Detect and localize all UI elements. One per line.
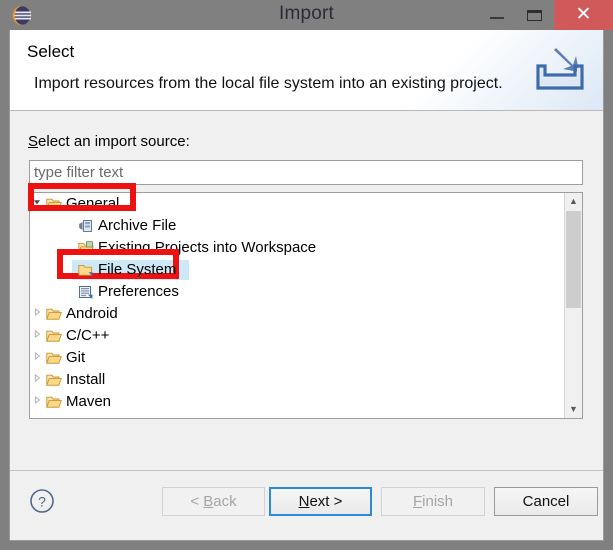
chevron-right-icon[interactable] xyxy=(30,325,44,347)
wizard-page-header: Select Import resources from the local f… xyxy=(10,30,603,111)
title-bar[interactable]: Import ✕ xyxy=(0,0,613,30)
finish-button-mnemonic: F xyxy=(412,493,423,510)
tree-item-file-system[interactable]: File System xyxy=(30,259,564,281)
back-button-prefix: < xyxy=(190,493,204,510)
scroll-down-icon[interactable]: ▼ xyxy=(565,401,582,418)
scroll-up-icon[interactable]: ▲ xyxy=(565,193,582,210)
next-button-mnemonic: N xyxy=(298,493,310,510)
tree-item-git[interactable]: Git xyxy=(30,347,564,369)
folder-open-icon xyxy=(46,197,62,212)
tree-item-label: Maven xyxy=(66,393,112,410)
import-source-label: Select an import source: xyxy=(28,133,190,150)
folder-open-icon xyxy=(46,307,62,322)
chevron-right-icon[interactable] xyxy=(30,369,44,391)
next-button-suffix: > xyxy=(329,493,343,510)
tree-item-android[interactable]: Android xyxy=(30,303,564,325)
chevron-down-icon[interactable] xyxy=(30,193,44,215)
dialog-body: Select an import source: General Archive … xyxy=(10,111,603,491)
tree-item-install[interactable]: Install xyxy=(30,369,564,391)
back-button-rest: ack xyxy=(213,493,237,510)
import-source-label-rest: elect an import source: xyxy=(38,133,190,150)
minimize-icon xyxy=(490,17,504,19)
tree-item-general[interactable]: General xyxy=(30,193,564,215)
archive-file-icon xyxy=(78,219,94,234)
folder-closed-icon xyxy=(78,263,94,278)
close-button[interactable]: ✕ xyxy=(554,0,613,30)
help-question-icon[interactable]: ? xyxy=(29,488,55,514)
filter-input[interactable] xyxy=(29,160,583,185)
tree-item-preferences[interactable]: Preferences xyxy=(30,281,564,303)
tree-item-label: Existing Projects into Workspace xyxy=(98,239,317,256)
page-description: Import resources from the local file sys… xyxy=(34,75,503,92)
svg-text:?: ? xyxy=(38,494,46,510)
chevron-right-icon[interactable] xyxy=(30,303,44,325)
folder-open-icon xyxy=(46,329,62,344)
tree-item-label: File System xyxy=(98,259,176,281)
maximize-icon xyxy=(527,10,542,21)
folder-open-icon xyxy=(46,395,62,410)
tree-item-label: C/C++ xyxy=(66,327,110,344)
tree-item-selection-highlight: File System xyxy=(98,261,177,278)
chevron-right-icon[interactable] xyxy=(30,347,44,369)
folder-open-icon xyxy=(46,351,62,366)
finish-button-rest: inish xyxy=(422,493,454,510)
tree-rows-container: General Archive File Existing Projects int… xyxy=(30,193,564,418)
close-icon: ✕ xyxy=(575,4,592,25)
folder-open-icon xyxy=(46,373,62,388)
tree-item-c-c[interactable]: C/C++ xyxy=(30,325,564,347)
finish-button[interactable]: Finish xyxy=(381,487,485,516)
tree-item-label: Install xyxy=(66,371,106,388)
tree-item-label: Android xyxy=(66,305,118,322)
minimize-button[interactable] xyxy=(478,0,516,30)
page-title: Select xyxy=(27,42,75,61)
tree-scrollbar[interactable]: ▲ ▼ xyxy=(564,193,582,418)
dialog-button-bar: ? < Back Next > Finish Cancel xyxy=(10,470,603,540)
tree-item-existing-projects-into-workspace[interactable]: Existing Projects into Workspace xyxy=(30,237,564,259)
dialog-client-area: Select Import resources from the local f… xyxy=(9,30,604,541)
import-source-label-mnemonic: S xyxy=(28,133,39,150)
tree-item-label: General xyxy=(66,195,120,212)
maximize-button[interactable] xyxy=(516,0,554,30)
tree-item-archive-file[interactable]: Archive File xyxy=(30,215,564,237)
cancel-button[interactable]: Cancel xyxy=(494,487,598,516)
back-button[interactable]: < Back xyxy=(162,487,265,516)
tree-item-maven[interactable]: Maven xyxy=(30,391,564,413)
tree-item-label: Preferences xyxy=(98,283,179,300)
chevron-right-icon[interactable] xyxy=(30,391,44,413)
project-import-icon xyxy=(78,241,94,256)
import-tray-icon xyxy=(532,44,588,96)
scrollbar-thumb[interactable] xyxy=(566,211,581,308)
import-source-tree[interactable]: General Archive File Existing Projects int… xyxy=(29,192,583,419)
tree-item-label: Git xyxy=(66,349,86,366)
tree-item-label: Archive File xyxy=(98,217,177,234)
import-dialog-window: Import ✕ Select Import resources from th… xyxy=(0,0,613,550)
next-button-rest: ext xyxy=(309,493,330,510)
back-button-mnemonic: B xyxy=(203,493,214,510)
preferences-icon xyxy=(78,285,94,300)
next-button[interactable]: Next > xyxy=(269,487,372,516)
cancel-button-label: Cancel xyxy=(522,493,570,510)
